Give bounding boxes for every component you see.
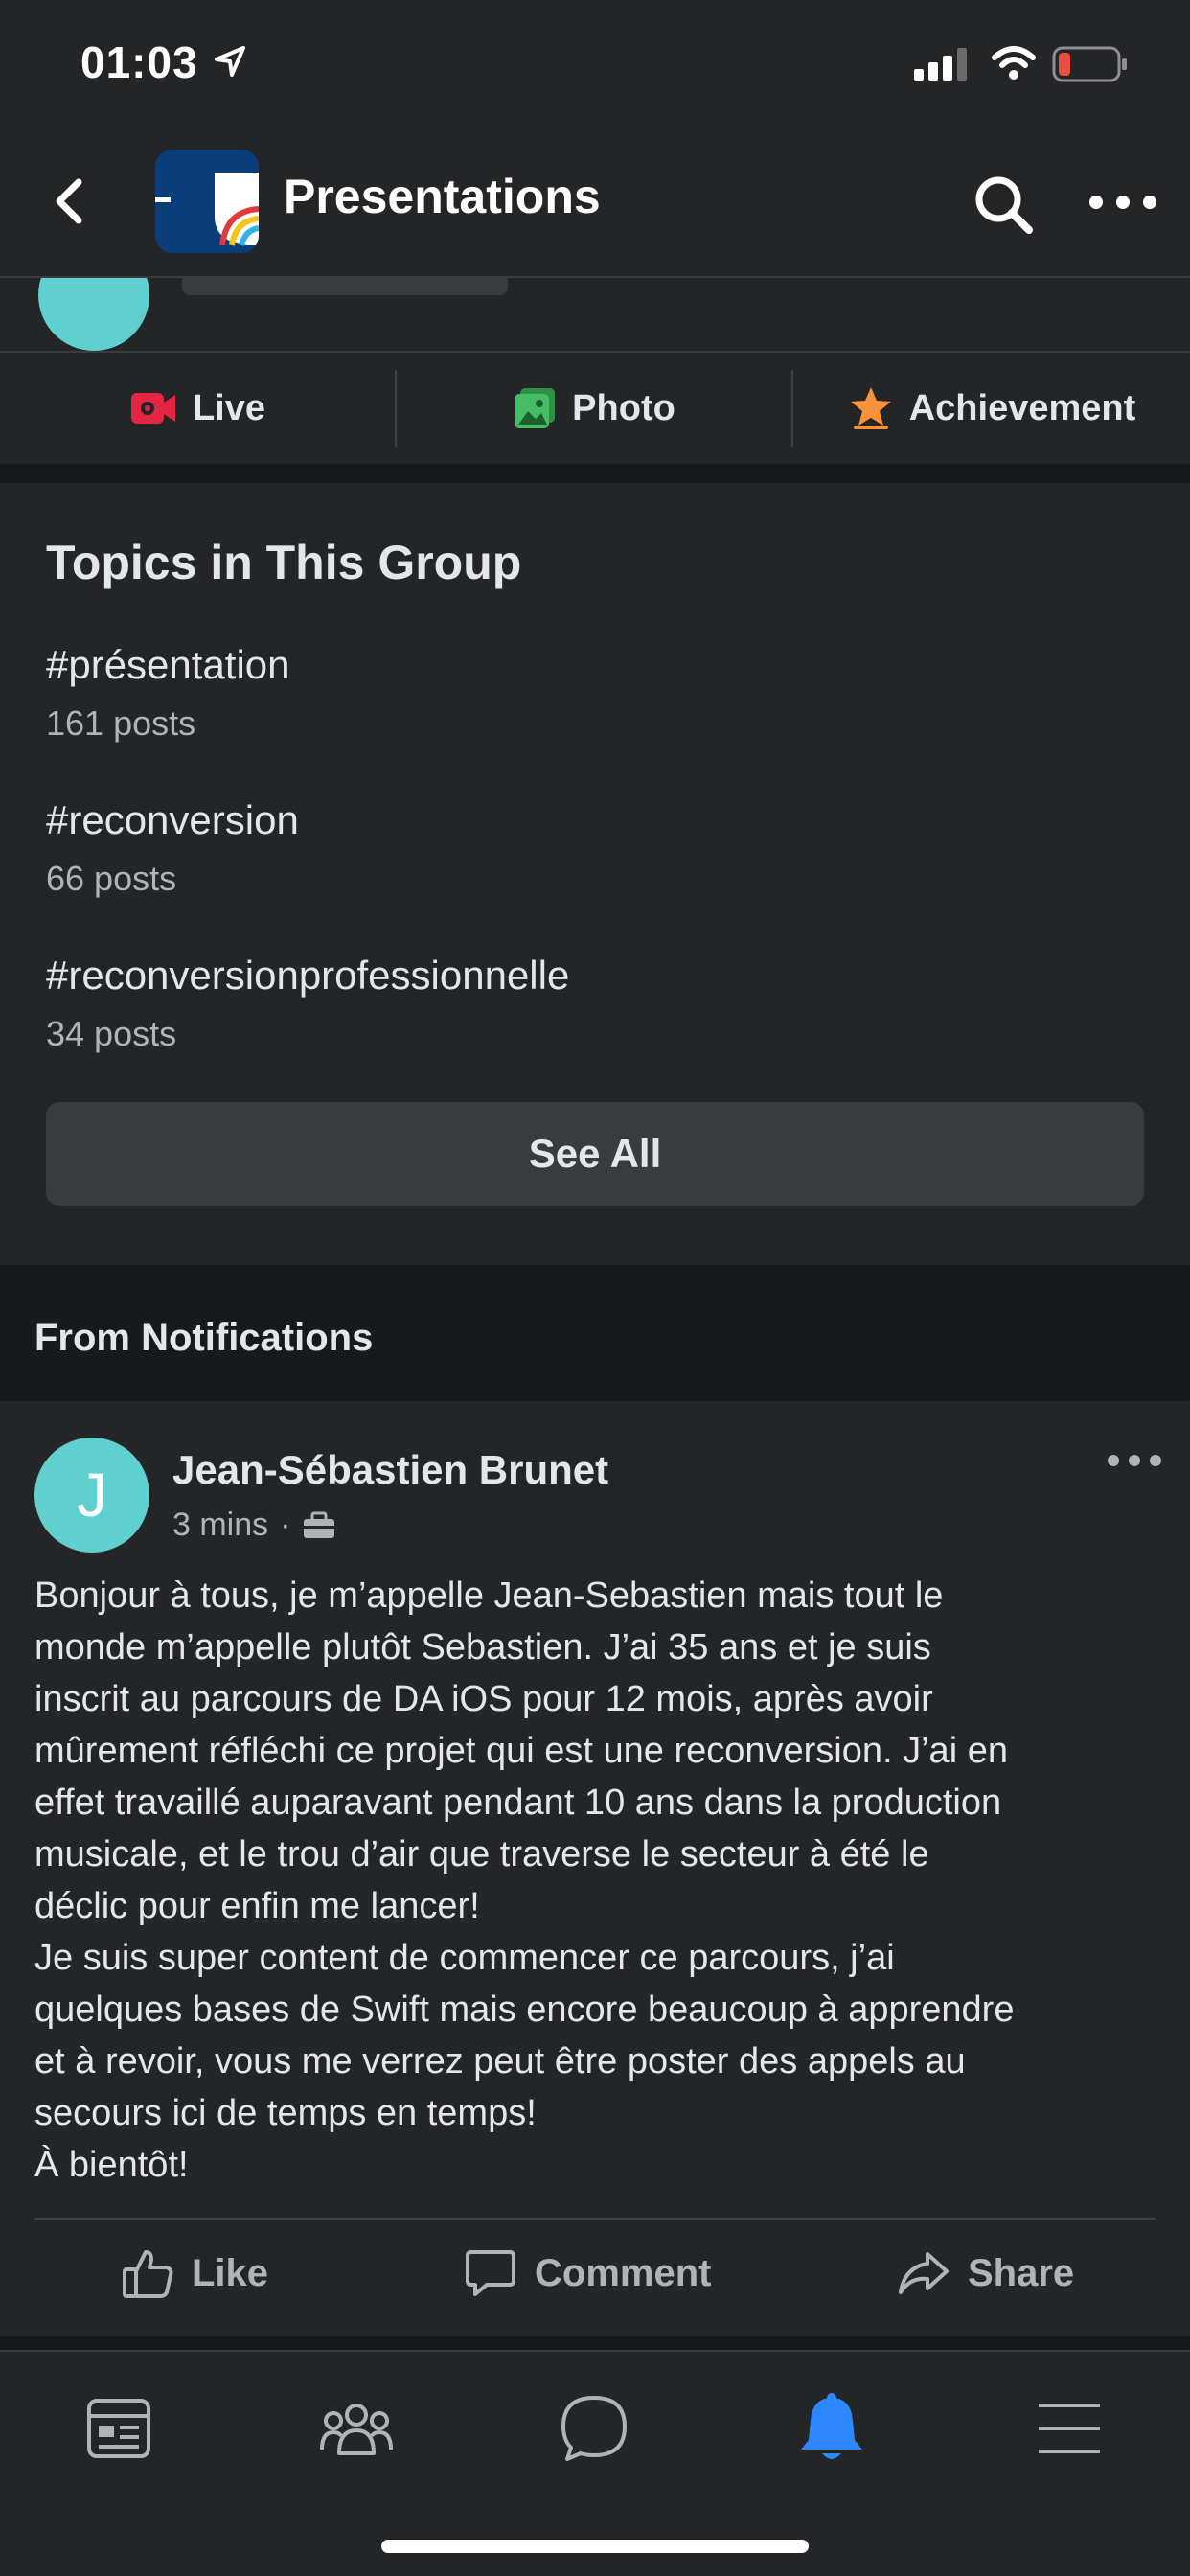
cellular-signal-icon [914,48,967,80]
post-more-icon[interactable] [1104,1449,1165,1472]
post-card: J Jean-Sébastien Brunet 3 mins · Bonjour… [0,1401,1190,2336]
topic-post-count: 161 posts [46,703,196,743]
home-indicator[interactable] [381,2540,809,2553]
group-avatar[interactable] [155,150,259,253]
status-time: 01:03 [80,37,198,87]
topic-item-presentation[interactable]: #présentation [46,642,290,688]
topics-card: Topics in This Group #présentation 161 p… [0,483,1190,1265]
topic-post-count: 34 posts [46,1014,177,1053]
tab-groups[interactable] [309,2380,404,2476]
tab-messenger[interactable] [546,2380,642,2476]
messenger-icon [561,2396,627,2461]
divider [34,2218,1156,2220]
comment-bubble-icon [466,2250,515,2296]
notifications-section-header: From Notifications [0,1265,1190,1401]
like-label: Like [192,2251,269,2294]
see-all-button[interactable]: See All [46,1102,1144,1206]
topic-post-count: 66 posts [46,859,177,898]
meta-separator: · [280,1506,291,1543]
bottom-tab-bar [0,2350,1190,2576]
more-options-icon[interactable] [1085,178,1161,226]
news-feed-icon [87,2399,150,2458]
topic-item-reconversion[interactable]: #reconversion [46,797,299,843]
briefcase-icon [304,1511,335,1538]
menu-icon [1039,2404,1100,2453]
like-button[interactable]: Like [121,2221,268,2325]
share-label: Share [968,2251,1075,2294]
live-video-icon [130,393,175,424]
comment-button[interactable]: Comment [464,2221,711,2325]
composer-action-bar: Live Photo Achievement [0,353,1190,464]
tab-notifications[interactable] [784,2380,880,2476]
group-logo-icon [155,150,259,253]
page-title[interactable]: Presentations [284,169,601,224]
photo-icon [515,388,556,428]
notifications-bell-icon [801,2393,862,2459]
topic-item-reconversionprofessionnelle[interactable]: #reconversionprofessionnelle [46,953,569,999]
composer-placeholder [182,278,508,295]
search-icon[interactable] [970,171,1039,240]
post-meta: 3 mins · [172,1506,336,1544]
live-button[interactable]: Live [0,353,395,464]
achievement-star-icon [850,387,891,429]
author-avatar[interactable]: J [34,1438,149,1552]
achievement-button[interactable]: Achievement [793,353,1190,464]
tab-news-feed[interactable] [71,2380,167,2476]
back-chevron-icon[interactable] [42,172,100,230]
post-composer[interactable] [0,278,1190,353]
groups-icon [320,2404,393,2455]
post-body: Bonjour à tous, je m’appelle Jean-Sebast… [34,1576,1015,2185]
post-actions: Like Comment Share [0,2221,1190,2325]
wifi-icon [992,46,1036,80]
share-button[interactable]: Share [897,2221,1074,2325]
thumbs-up-icon [123,2250,173,2298]
photo-label: Photo [572,387,675,428]
author-name[interactable]: Jean-Sébastien Brunet [172,1447,608,1493]
section-separator [0,2336,1190,2350]
photo-button[interactable]: Photo [397,353,791,464]
battery-low-icon [1052,46,1127,82]
tab-menu[interactable] [1021,2380,1117,2476]
status-bar: 01:03 [0,0,1190,134]
live-label: Live [192,387,266,428]
location-arrow-icon [215,46,245,77]
section-title: From Notifications [34,1317,374,1359]
share-arrow-icon [899,2252,949,2294]
achievement-label: Achievement [908,387,1136,428]
section-separator [0,464,1190,483]
topics-title: Topics in This Group [46,536,522,589]
post-timestamp[interactable]: 3 mins [172,1506,268,1544]
comment-label: Comment [535,2251,712,2294]
user-avatar [38,278,149,351]
group-header: Presentations [0,134,1190,278]
